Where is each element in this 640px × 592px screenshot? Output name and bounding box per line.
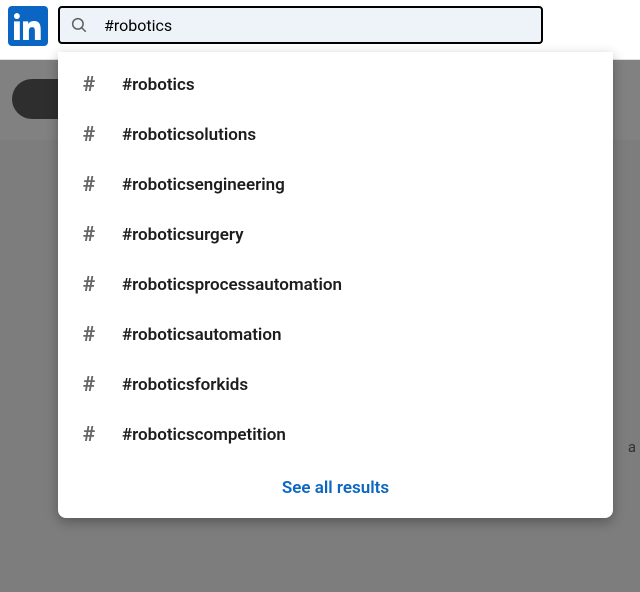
search-box[interactable] <box>58 6 543 44</box>
hashtag-icon: # <box>78 73 100 97</box>
suggestion-text: #roboticsolutions <box>122 125 256 145</box>
suggestion-text: #robotics <box>122 75 195 95</box>
hashtag-icon: # <box>78 223 100 247</box>
search-wrapper: # #robotics # #roboticsolutions # #robot… <box>58 6 543 44</box>
suggestion-item[interactable]: # #robotics <box>58 60 613 110</box>
suggestion-text: #roboticsautomation <box>122 325 281 345</box>
see-all-results-link[interactable]: See all results <box>58 460 613 518</box>
suggestion-item[interactable]: # #roboticsurgery <box>58 210 613 260</box>
hashtag-icon: # <box>78 323 100 347</box>
top-navigation-bar: # #robotics # #roboticsolutions # #robot… <box>0 0 640 60</box>
linkedin-logo[interactable] <box>8 6 48 46</box>
hashtag-icon: # <box>78 423 100 447</box>
hashtag-icon: # <box>78 273 100 297</box>
hashtag-icon: # <box>78 173 100 197</box>
suggestion-text: #roboticscompetition <box>122 425 286 445</box>
suggestion-item[interactable]: # #roboticscompetition <box>58 410 613 460</box>
suggestion-item[interactable]: # #roboticsengineering <box>58 160 613 210</box>
search-suggestions-dropdown: # #robotics # #roboticsolutions # #robot… <box>58 52 613 518</box>
suggestion-text: #roboticsengineering <box>122 175 285 195</box>
background-clipped-text: a <box>628 438 636 456</box>
suggestion-item[interactable]: # #roboticsautomation <box>58 310 613 360</box>
search-icon <box>70 16 88 34</box>
suggestion-text: #roboticsprocessautomation <box>122 275 342 295</box>
suggestion-text: #roboticsforkids <box>122 375 248 395</box>
see-all-results-label: See all results <box>282 478 389 498</box>
hashtag-icon: # <box>78 123 100 147</box>
suggestion-text: #roboticsurgery <box>122 225 244 245</box>
linkedin-logo-icon <box>14 12 42 40</box>
search-input[interactable] <box>104 16 531 35</box>
suggestion-item[interactable]: # #roboticsolutions <box>58 110 613 160</box>
suggestion-item[interactable]: # #roboticsforkids <box>58 360 613 410</box>
suggestion-item[interactable]: # #roboticsprocessautomation <box>58 260 613 310</box>
hashtag-icon: # <box>78 373 100 397</box>
